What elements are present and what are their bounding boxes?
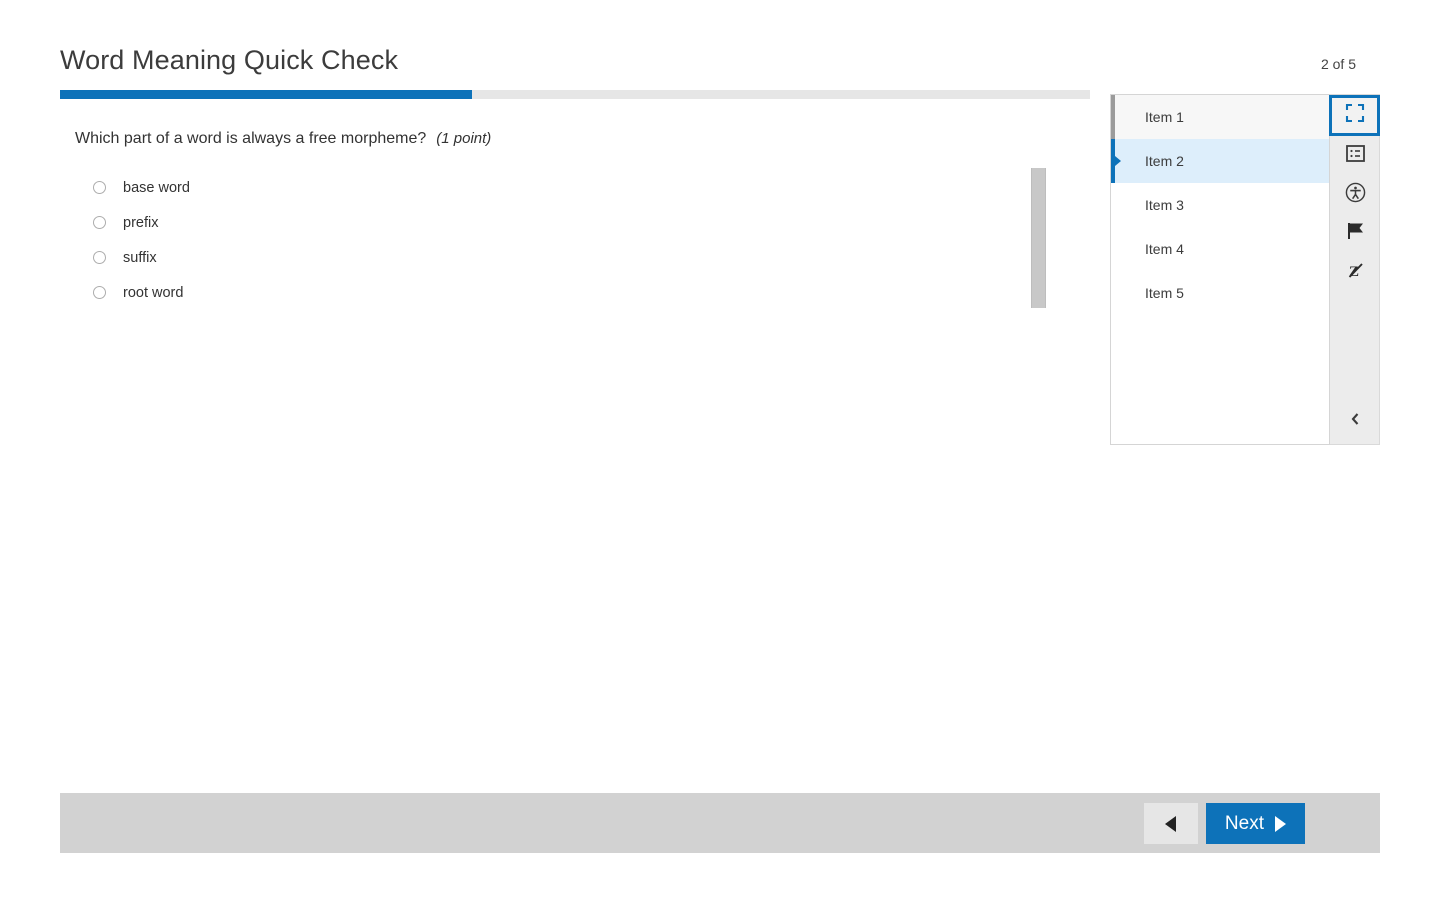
- answer-choice[interactable]: suffix: [75, 240, 975, 275]
- next-button-label: Next: [1224, 812, 1264, 834]
- item-nav-row[interactable]: Item 3: [1111, 183, 1329, 227]
- notes-icon: [1345, 144, 1365, 167]
- item-nav-row[interactable]: Item 4: [1111, 227, 1329, 271]
- bottom-navigation-bar: Next: [60, 793, 1380, 853]
- item-nav-label: Item 5: [1145, 285, 1184, 301]
- notes-tool-button[interactable]: [1330, 136, 1380, 175]
- radio-button[interactable]: [93, 181, 106, 194]
- answer-choice-label: prefix: [123, 214, 159, 231]
- progress-bar-fill: [60, 90, 472, 99]
- item-nav-label: Item 1: [1145, 109, 1184, 125]
- radio-button[interactable]: [93, 251, 106, 264]
- radio-button[interactable]: [93, 216, 106, 229]
- item-state-marker: [1111, 95, 1115, 139]
- question-text: Which part of a word is always a free mo…: [75, 130, 427, 147]
- answer-choice[interactable]: root word: [75, 275, 975, 310]
- answer-choice[interactable]: base word: [75, 170, 975, 205]
- quiz-page: Word Meaning Quick Check 2 of 5 Which pa…: [0, 0, 1440, 900]
- fullscreen-tool-button[interactable]: [1329, 95, 1380, 136]
- chevron-left-icon: [1349, 412, 1361, 431]
- navigation-buttons: Next: [1143, 803, 1305, 844]
- accessibility-tool-button[interactable]: [1330, 175, 1380, 214]
- arrow-left-icon: [1165, 815, 1177, 832]
- item-navigation-panel: Item 1 Item 2 Item 3 Item 4 Item 5: [1110, 94, 1330, 445]
- accessibility-icon: [1345, 182, 1366, 208]
- radio-button[interactable]: [93, 286, 106, 299]
- line-reader-icon: Z: [1346, 261, 1365, 285]
- page-title: Word Meaning Quick Check: [60, 45, 399, 75]
- progress-bar: [60, 90, 1090, 99]
- previous-button[interactable]: [1143, 803, 1198, 844]
- answer-choice-label: root word: [123, 284, 184, 301]
- item-nav-row[interactable]: Item 1: [1111, 95, 1329, 139]
- answer-choice[interactable]: prefix: [75, 205, 975, 240]
- flag-tool-button[interactable]: [1330, 214, 1380, 253]
- flag-icon: [1346, 222, 1365, 245]
- item-nav-label: Item 2: [1145, 153, 1184, 169]
- answer-choice-list: base word prefix suffix root word: [75, 170, 975, 310]
- next-button[interactable]: Next: [1205, 803, 1305, 844]
- question-stem: Which part of a word is always a free mo…: [75, 130, 491, 148]
- tool-strip: Z: [1329, 94, 1380, 445]
- line-reader-tool-button[interactable]: Z: [1330, 253, 1380, 292]
- question-points: (1 point): [436, 130, 492, 147]
- item-nav-label: Item 3: [1145, 197, 1184, 213]
- fullscreen-icon: [1345, 103, 1365, 128]
- answer-choice-label: suffix: [123, 249, 157, 266]
- item-nav-row[interactable]: Item 2: [1111, 139, 1329, 183]
- question-scrollbar-thumb[interactable]: [1031, 168, 1046, 308]
- question-panel: Which part of a word is always a free mo…: [60, 118, 1090, 778]
- item-nav-label: Item 4: [1145, 241, 1184, 257]
- answer-choice-label: base word: [123, 179, 190, 196]
- arrow-right-icon: [1275, 815, 1286, 832]
- item-nav-row[interactable]: Item 5: [1111, 271, 1329, 315]
- current-item-arrow-icon: [1115, 156, 1121, 166]
- collapse-panel-button[interactable]: [1330, 404, 1380, 438]
- question-scrollbar[interactable]: [1031, 168, 1046, 358]
- question-counter: 2 of 5: [1320, 56, 1356, 72]
